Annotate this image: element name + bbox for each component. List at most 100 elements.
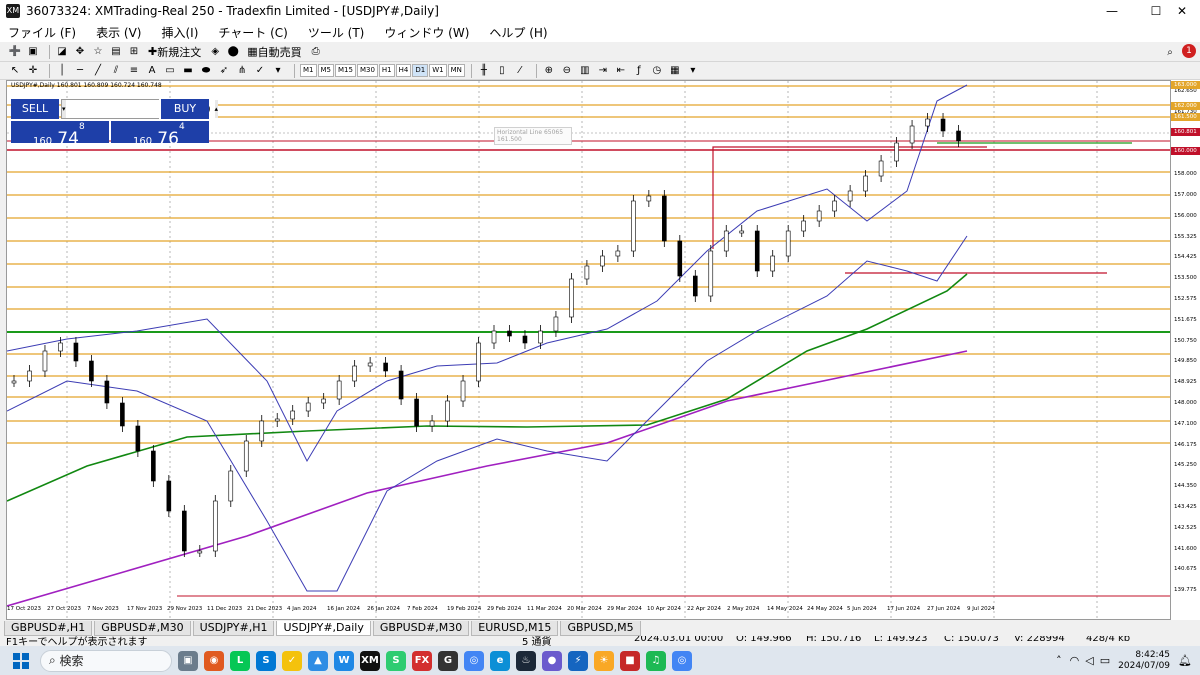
terminal-icon[interactable]: ▤ [109, 44, 123, 60]
metaeditor-icon[interactable]: ◈ [208, 44, 222, 60]
crosshair-icon[interactable]: ✛ [26, 63, 40, 79]
search-icon[interactable]: ⌕ [1163, 44, 1177, 60]
buy-button[interactable]: BUY [161, 99, 209, 119]
task-view-icon[interactable]: ▣ [178, 650, 198, 671]
wifi-icon[interactable]: ◠ [1070, 654, 1080, 667]
menu-file[interactable]: ファイル (F) [8, 24, 76, 41]
indicators-icon[interactable]: ƒ [632, 63, 646, 79]
chart-window[interactable]: USDJPY#,Daily 160.801 160.809 160.724 16… [6, 80, 1176, 620]
timeframe-h4[interactable]: H4 [395, 64, 412, 77]
word-icon[interactable]: W [334, 650, 354, 671]
line-icon[interactable]: L [230, 650, 250, 671]
market-watch-icon[interactable]: ◪ [55, 44, 69, 60]
app-icon-red[interactable]: ■ [620, 650, 640, 671]
menu-help[interactable]: ヘルプ (H) [489, 24, 547, 41]
fibonacci-icon[interactable]: ≡ [127, 63, 141, 79]
new-order-button[interactable]: ✚ 新規注文 [145, 44, 204, 60]
text-icon[interactable]: A [145, 63, 159, 79]
volume-icon[interactable]: ◁ [1085, 654, 1093, 667]
close-button[interactable]: ✕ [1160, 0, 1200, 22]
app-icon-bolt[interactable]: ⚡ [568, 650, 588, 671]
steam-icon[interactable]: ♨ [516, 650, 536, 671]
cursor-icon[interactable]: ↖ [8, 63, 22, 79]
lot-increase-icon[interactable]: ▴ [214, 100, 219, 118]
sell-button[interactable]: SELL [11, 99, 59, 119]
app-icon-g[interactable]: G [438, 650, 458, 671]
minimize-button[interactable]: — [1090, 0, 1134, 22]
vertical-line-icon[interactable]: │ [55, 63, 69, 79]
ellipse-icon[interactable]: ⬬ [199, 63, 213, 79]
zoom-out-icon[interactable]: ⊖ [560, 63, 574, 79]
price-chart[interactable] [7, 81, 1176, 620]
data-window-icon[interactable]: ✥ [73, 44, 87, 60]
chrome-profile-icon[interactable]: ◎ [672, 650, 692, 671]
signals-icon[interactable]: ⬤ [226, 44, 240, 60]
timeframe-m30[interactable]: M30 [356, 64, 378, 77]
new-chart-icon[interactable]: ➕ [8, 44, 22, 60]
buy-price[interactable]: 160 76 4 [111, 121, 209, 149]
photos-icon[interactable]: ▲ [308, 650, 328, 671]
dropdown-chevron-icon[interactable]: ▾ [271, 63, 285, 79]
edge-icon[interactable]: e [490, 650, 510, 671]
tab-gbpusd-m30-2[interactable]: GBPUSD#,M30 [372, 621, 470, 636]
tab-usdjpy-h1[interactable]: USDJPY#,H1 [192, 621, 275, 636]
chevron-up-icon[interactable]: ˄ [1056, 654, 1062, 667]
menu-view[interactable]: 表示 (V) [96, 24, 141, 41]
app-icon-sun[interactable]: ☀ [594, 650, 614, 671]
tile-windows-icon[interactable]: ▥ [578, 63, 592, 79]
bar-chart-icon[interactable]: ╫ [477, 63, 491, 79]
channel-icon[interactable]: ⫽ [109, 63, 123, 79]
app-icon-s[interactable]: S [386, 650, 406, 671]
periods-icon[interactable]: ◷ [650, 63, 664, 79]
menu-insert[interactable]: 挿入(I) [161, 24, 198, 41]
sell-price[interactable]: 160 74 8 [11, 121, 109, 149]
menu-tools[interactable]: ツール (T) [308, 24, 365, 41]
arrow-icon[interactable]: ➶ [217, 63, 231, 79]
candlestick-icon[interactable]: ▯ [495, 63, 509, 79]
templates-icon[interactable]: ▦ [668, 63, 682, 79]
line-chart-icon[interactable]: ⁄ [513, 63, 527, 79]
fx-icon[interactable]: FX [412, 650, 432, 671]
autoscroll-icon[interactable]: ⇥ [596, 63, 610, 79]
dropdown-chevron-icon[interactable]: ▾ [686, 63, 700, 79]
timeframe-m5[interactable]: M5 [317, 64, 334, 77]
horizontal-line-icon[interactable]: ─ [73, 63, 87, 79]
timeframe-h1[interactable]: H1 [378, 64, 395, 77]
battery-icon[interactable]: ▭ [1100, 654, 1110, 667]
app-icon-8[interactable]: ● [542, 650, 562, 671]
trendline-icon[interactable]: ╱ [91, 63, 105, 79]
tab-eurusd-m15[interactable]: EURUSD,M15 [471, 621, 559, 636]
pitchfork-icon[interactable]: ⋔ [235, 63, 249, 79]
tab-gbpusd-m5[interactable]: GBPUSD,M5 [560, 621, 641, 636]
auto-trading-button[interactable]: ▦ 自動売買 [244, 44, 304, 60]
rectangle-icon[interactable]: ▬ [181, 63, 195, 79]
chart-shift-icon[interactable]: ⇤ [614, 63, 628, 79]
profiles-icon[interactable]: ▣ [26, 44, 40, 60]
chrome-icon[interactable]: ◎ [464, 650, 484, 671]
notification-badge[interactable]: 1 [1182, 44, 1196, 58]
notes-icon[interactable]: ✓ [282, 650, 302, 671]
navigator-icon[interactable]: ☆ [91, 44, 105, 60]
tab-gbpusd-h1[interactable]: GBPUSD#,H1 [4, 621, 93, 636]
tab-gbpusd-m30[interactable]: GBPUSD#,M30 [94, 621, 191, 636]
print-icon[interactable]: ⎙ [309, 44, 323, 60]
notification-bell-icon[interactable]: 🔔︎ [1178, 654, 1192, 667]
tab-usdjpy-daily[interactable]: USDJPY#,Daily [276, 621, 371, 636]
timeframe-m1[interactable]: M1 [300, 64, 317, 77]
menu-window[interactable]: ウィンドウ (W) [384, 24, 469, 41]
checkmark-icon[interactable]: ✓ [253, 63, 267, 79]
label-icon[interactable]: ▭ [163, 63, 177, 79]
clock[interactable]: 8:42:45 2024/07/09 [1118, 650, 1170, 672]
timeframe-mn[interactable]: MN [447, 64, 465, 77]
timeframe-m15[interactable]: M15 [335, 64, 356, 77]
skype-icon[interactable]: S [256, 650, 276, 671]
start-icon[interactable] [10, 650, 32, 672]
timeframe-w1[interactable]: W1 [429, 64, 447, 77]
tester-icon[interactable]: ⊞ [127, 44, 141, 60]
zoom-in-icon[interactable]: ⊕ [542, 63, 556, 79]
spotify-icon[interactable]: ♫ [646, 650, 666, 671]
app-icon-1[interactable]: ◉ [204, 650, 224, 671]
xm-icon[interactable]: XM [360, 650, 380, 671]
menu-chart[interactable]: チャート (C) [218, 24, 287, 41]
taskbar-search[interactable]: ⌕ 検索 [40, 649, 172, 672]
